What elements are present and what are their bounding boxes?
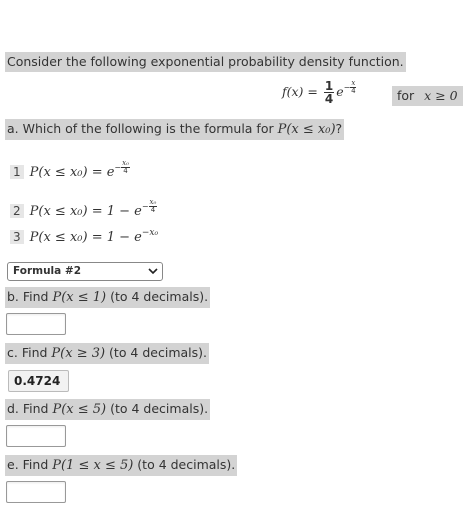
pdf-e: e <box>336 84 344 99</box>
formula-select[interactable]: Formula #2 <box>7 262 163 281</box>
part-c-question: c. Find P(x ≥ 3) (to 4 decimals). <box>5 343 210 364</box>
intro-text: Consider the following exponential proba… <box>5 52 406 72</box>
pdf-coefficient: 14 <box>323 79 335 106</box>
pdf-formula: f(x) = 1 4 e− x 4 <box>282 79 357 106</box>
part-d-answer-input[interactable] <box>6 425 66 447</box>
chevron-down-icon <box>148 268 158 275</box>
option-3: 3 P(x ≤ x₀) = 1 − e−x₀ <box>10 229 158 245</box>
part-b-answer-input[interactable] <box>6 313 66 335</box>
pdf-lhs: f(x) = <box>282 84 322 99</box>
part-d-question: d. Find P(x ≤ 5) (to 4 decimals). <box>5 399 211 420</box>
pdf-exponent: − x 4 <box>343 79 357 95</box>
part-c-answer-input[interactable]: 0.4724 <box>8 370 69 392</box>
part-a-question: a. Which of the following is the formula… <box>5 119 345 140</box>
pdf-domain: for x ≥ 0 <box>392 86 463 106</box>
part-e-question: e. Find P(1 ≤ x ≤ 5) (to 4 decimals). <box>5 455 238 476</box>
part-e-answer-input[interactable] <box>6 481 66 503</box>
part-b-question: b. Find P(x ≤ 1) (to 4 decimals). <box>5 287 211 308</box>
option-1: 1 P(x ≤ x₀) = e− x₀ 4 <box>10 160 130 180</box>
option-2: 2 P(x ≤ x₀) = 1 − e− x₀ 4 <box>10 199 158 219</box>
